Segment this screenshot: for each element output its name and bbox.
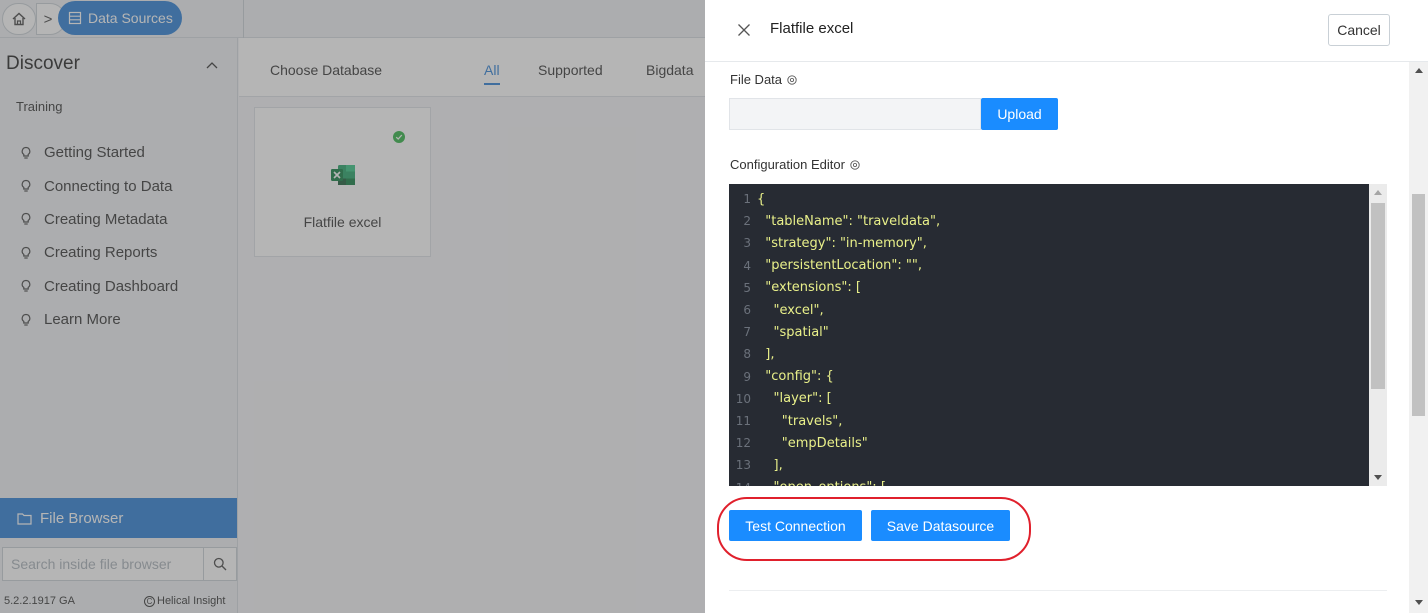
- code-line-number: 14: [729, 481, 757, 486]
- datasource-config-panel: Flatfile excel Cancel File Data Upload C…: [705, 0, 1428, 613]
- panel-header: Flatfile excel Cancel: [705, 0, 1428, 62]
- code-line-text: "config": {: [757, 369, 834, 385]
- code-line[interactable]: 7 "spatial": [729, 321, 1369, 343]
- code-line-text: "strategy": "in-memory",: [757, 235, 927, 251]
- code-line-text: "open_options": [: [757, 480, 886, 486]
- code-line-number: 1: [743, 192, 751, 206]
- panel-scrollbar-thumb[interactable]: [1412, 194, 1425, 416]
- code-line-text: ],: [757, 457, 783, 473]
- test-connection-button[interactable]: Test Connection: [729, 510, 862, 541]
- code-line-number: 9: [743, 369, 751, 384]
- code-line-text: "tableName": "traveldata",: [757, 213, 941, 229]
- panel-title: Flatfile excel: [770, 20, 854, 37]
- save-datasource-button[interactable]: Save Datasource: [871, 510, 1010, 541]
- upload-button[interactable]: Upload: [981, 98, 1058, 130]
- code-line[interactable]: 4 "persistentLocation": "",: [729, 255, 1369, 277]
- code-line-text: "persistentLocation": "",: [757, 258, 922, 274]
- code-line-number: 3: [743, 236, 751, 251]
- code-line[interactable]: 8 ],: [729, 343, 1369, 365]
- code-line[interactable]: 2 "tableName": "traveldata",: [729, 210, 1369, 232]
- scroll-up-arrow-icon[interactable]: [1374, 190, 1382, 195]
- configuration-editor-label: Configuration Editor: [730, 157, 860, 172]
- code-line-text: "extensions": [: [757, 280, 861, 296]
- panel-scrollbar[interactable]: [1409, 62, 1428, 613]
- code-line-text: ],: [757, 346, 775, 362]
- file-data-input[interactable]: [729, 98, 981, 130]
- help-circle-icon[interactable]: [787, 74, 797, 85]
- code-line-number: 4: [743, 258, 751, 273]
- code-line[interactable]: 10 "layer": [: [729, 388, 1369, 410]
- code-line-number: 13: [735, 458, 751, 473]
- cancel-button[interactable]: Cancel: [1328, 14, 1390, 46]
- code-line-number: 12: [735, 436, 751, 451]
- code-line-text: "travels",: [757, 413, 843, 429]
- editor-scrollbar[interactable]: [1369, 184, 1387, 486]
- code-line-number: 6: [743, 303, 751, 317]
- code-line[interactable]: 11 "travels",: [729, 410, 1369, 432]
- file-data-label: File Data: [730, 72, 797, 87]
- code-line-number: 10: [735, 391, 751, 406]
- close-icon: [738, 24, 750, 36]
- code-line[interactable]: 1{: [729, 188, 1369, 210]
- code-line-text: "excel",: [757, 302, 824, 318]
- code-line[interactable]: 3 "strategy": "in-memory",: [729, 232, 1369, 254]
- scroll-down-arrow-icon[interactable]: [1415, 600, 1423, 605]
- scroll-down-arrow-icon[interactable]: [1374, 475, 1382, 480]
- code-line[interactable]: 13 ],: [729, 454, 1369, 476]
- editor-scrollbar-thumb[interactable]: [1371, 203, 1385, 389]
- code-line-text: "empDetails": [757, 435, 868, 451]
- code-line-text: "layer": [: [757, 391, 832, 407]
- file-data-label-text: File Data: [730, 72, 783, 87]
- code-line[interactable]: 14 "open_options": [: [729, 477, 1369, 486]
- configuration-code-editor[interactable]: 1{2 "tableName": "traveldata", 3 "strateg…: [729, 184, 1387, 486]
- code-line[interactable]: 6 "excel",: [729, 299, 1369, 321]
- modal-backdrop[interactable]: [0, 0, 705, 613]
- help-circle-icon[interactable]: [850, 159, 860, 170]
- panel-divider: [729, 590, 1387, 591]
- configuration-editor-label-text: Configuration Editor: [730, 157, 845, 172]
- code-line-text: "spatial": [757, 324, 829, 340]
- code-line-number: 5: [743, 280, 751, 295]
- code-line-number: 2: [743, 214, 751, 229]
- code-line-number: 8: [743, 347, 751, 362]
- close-button[interactable]: [734, 20, 754, 40]
- scroll-up-arrow-icon[interactable]: [1415, 68, 1423, 73]
- code-line[interactable]: 9 "config": {: [729, 366, 1369, 388]
- code-line[interactable]: 12 "empDetails": [729, 432, 1369, 454]
- code-line-text: {: [757, 191, 766, 207]
- code-line[interactable]: 5 "extensions": [: [729, 277, 1369, 299]
- code-line-number: 7: [743, 325, 751, 340]
- code-line-number: 11: [735, 414, 751, 428]
